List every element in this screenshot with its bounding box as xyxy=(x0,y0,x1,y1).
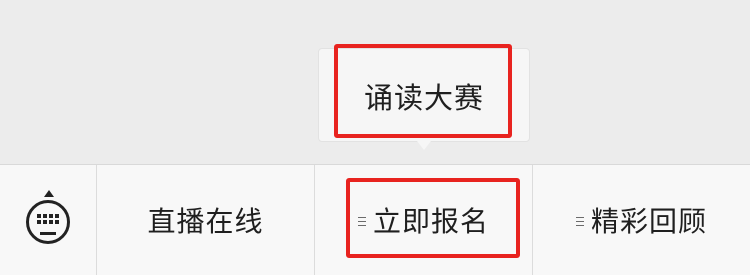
submenu-item-label: 诵读大赛 xyxy=(363,81,484,115)
submenu-indicator-icon xyxy=(357,214,366,229)
menu-item-label: 立即报名 xyxy=(372,205,489,238)
menu-item-label: 直播在线 xyxy=(147,205,264,238)
submenu-indicator-icon xyxy=(575,214,584,229)
menu-item-live[interactable]: 直播在线 xyxy=(97,165,314,275)
menu-item-review[interactable]: 精彩回顾 xyxy=(533,165,750,275)
submenu-popup: 诵读大赛 xyxy=(318,48,530,142)
bottom-menu-bar: 直播在线 立即报名 精彩回顾 xyxy=(0,164,750,275)
submenu-item[interactable]: 诵读大赛 xyxy=(319,49,529,141)
keyboard-toggle-button[interactable] xyxy=(0,165,96,275)
keyboard-icon xyxy=(26,190,70,244)
menu-item-label: 精彩回顾 xyxy=(590,205,707,238)
submenu-popup-arrow xyxy=(417,141,431,150)
menu-item-signup[interactable]: 立即报名 xyxy=(315,165,532,275)
